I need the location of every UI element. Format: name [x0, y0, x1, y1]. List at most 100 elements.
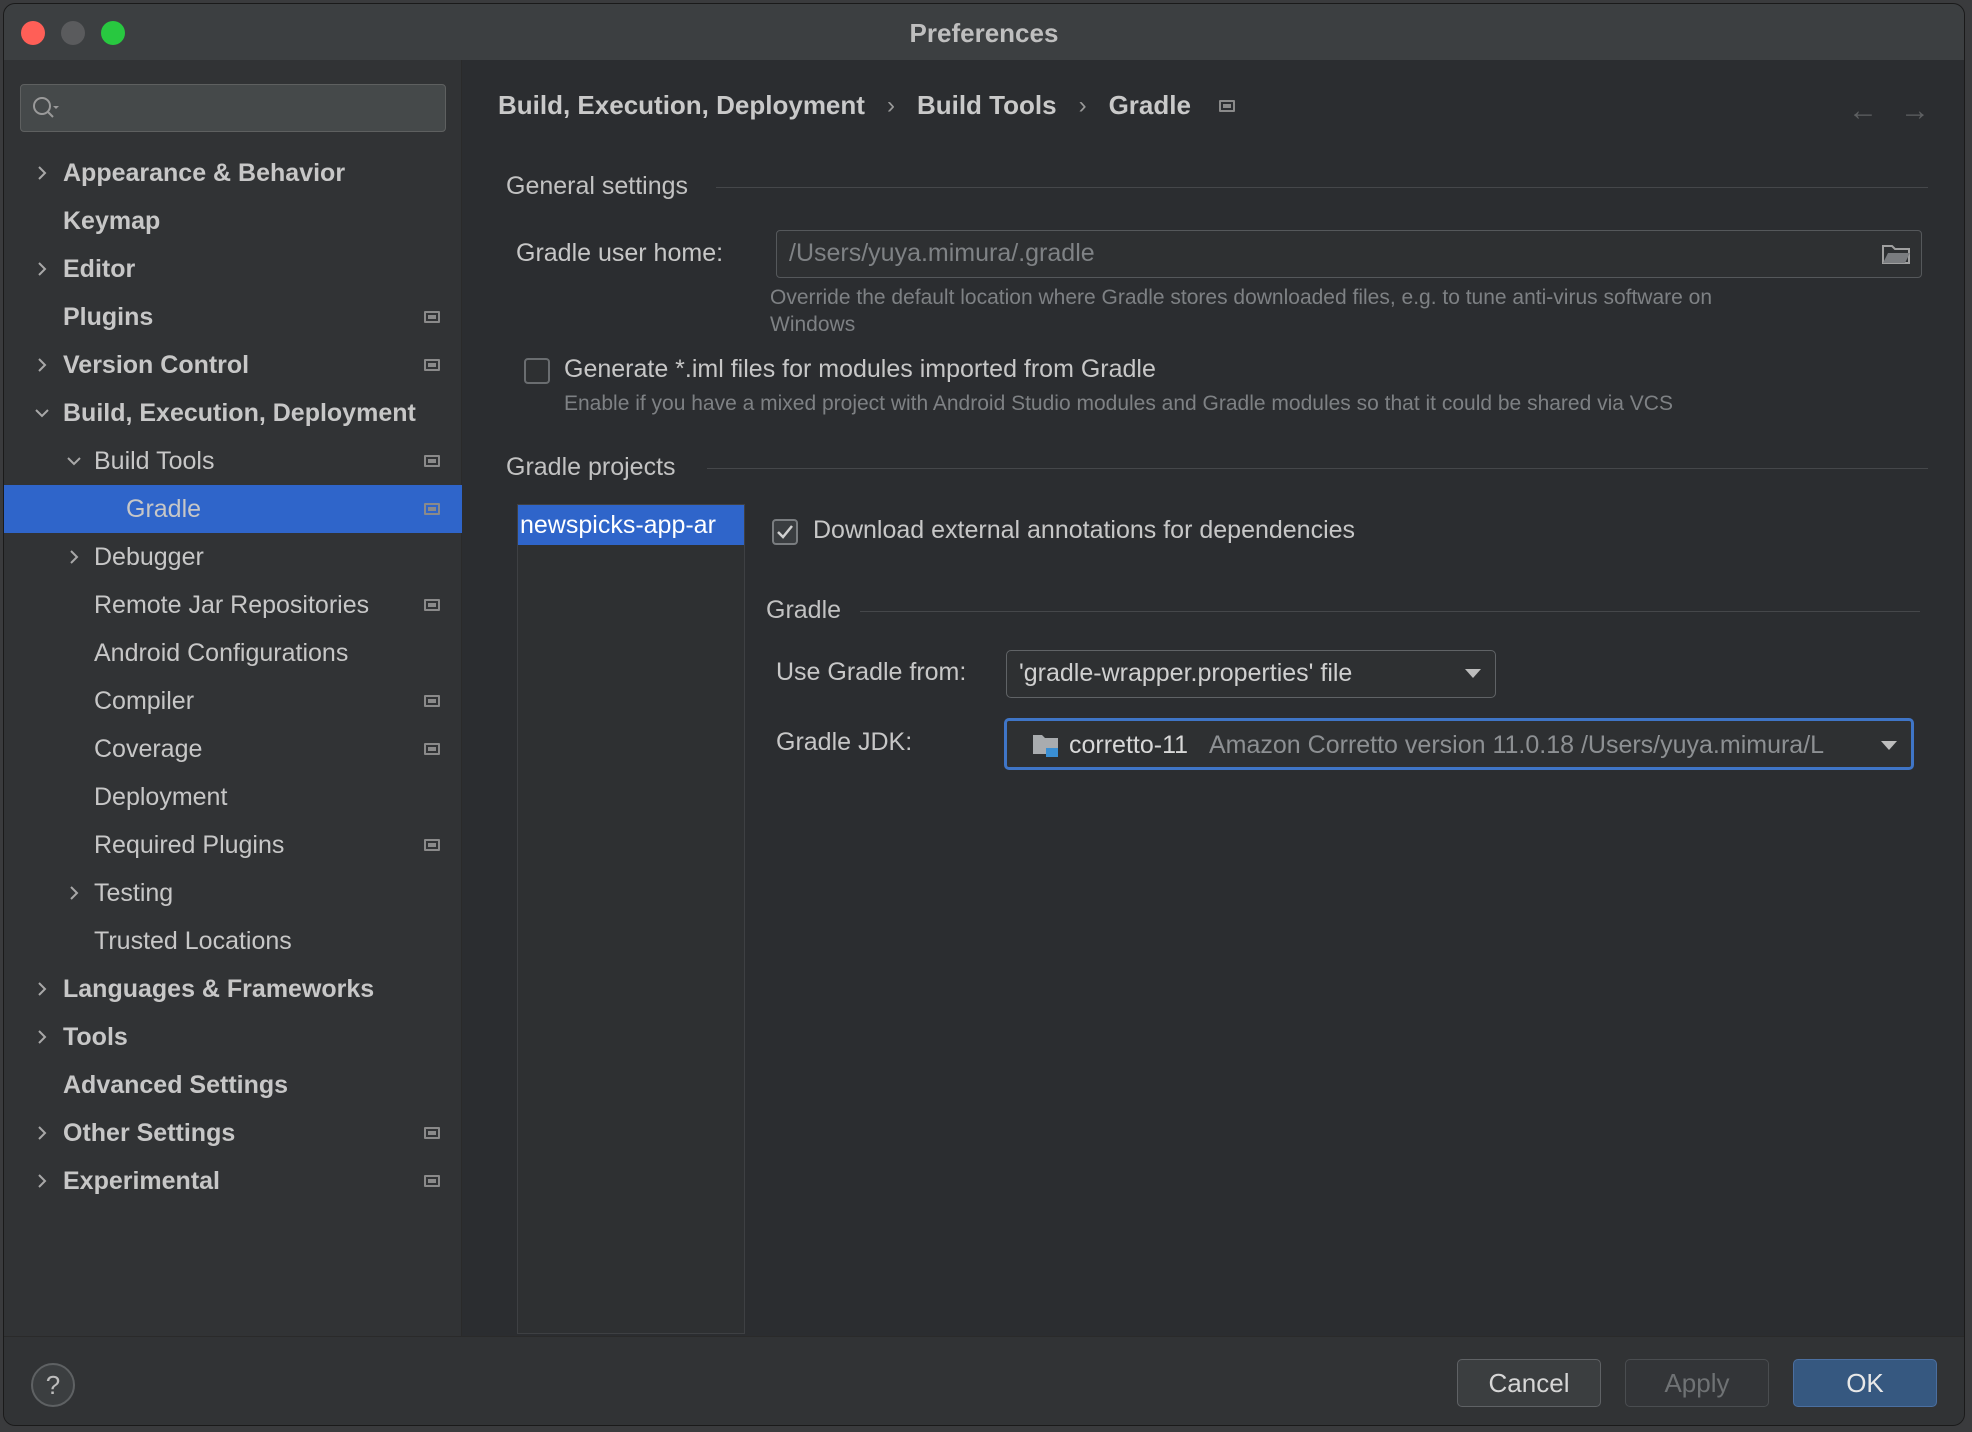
cancel-button[interactable]: Cancel	[1457, 1359, 1601, 1407]
project-level-icon	[424, 455, 440, 467]
sidebar-item-label: Remote Jar Repositories	[94, 591, 370, 619]
sidebar-item-languages-frameworks[interactable]: Languages & Frameworks	[4, 965, 462, 1013]
sidebar-item-label: Testing	[94, 879, 174, 907]
sidebar-item-plugins[interactable]: Plugins	[4, 293, 462, 341]
help-button[interactable]: ?	[31, 1363, 75, 1407]
sidebar-item-label: Build Tools	[94, 447, 215, 475]
project-level-icon	[424, 1127, 440, 1139]
sidebar-item-keymap[interactable]: Keymap	[4, 197, 462, 245]
generate-iml-checkbox[interactable]	[524, 358, 550, 384]
back-arrow-icon[interactable]: ←	[1848, 94, 1878, 128]
search-icon	[33, 97, 59, 118]
breadcrumb-item-build-tools[interactable]: Build Tools	[917, 90, 1057, 121]
sidebar-item-tools[interactable]: Tools	[4, 1013, 462, 1061]
sidebar-item-advanced-settings[interactable]: Advanced Settings	[4, 1061, 462, 1109]
gradle-jdk-name: corretto-11	[1069, 731, 1189, 759]
gradle-projects-title: Gradle projects	[506, 453, 676, 481]
breadcrumb: Build, Execution, Deployment › Build Too…	[498, 90, 1235, 121]
sidebar-item-label: Debugger	[94, 543, 204, 571]
sidebar-item-trusted-locations[interactable]: Trusted Locations	[4, 917, 462, 965]
generate-iml-label: Generate *.iml files for modules importe…	[564, 355, 1156, 383]
chevron-right-icon[interactable]	[32, 259, 52, 279]
sidebar-item-build-execution-deployment[interactable]: Build, Execution, Deployment	[4, 389, 462, 437]
sidebar-item-appearance-behavior[interactable]: Appearance & Behavior	[4, 149, 462, 197]
chevron-right-icon[interactable]	[32, 1027, 52, 1047]
sidebar-item-label: Tools	[63, 1023, 128, 1051]
gradle-jdk-dropdown[interactable]: corretto-11 Amazon Corretto version 11.0…	[1004, 718, 1914, 770]
generate-iml-hint: Enable if you have a mixed project with …	[564, 392, 1673, 415]
chevron-right-icon[interactable]	[64, 547, 84, 567]
chevron-right-icon[interactable]	[32, 1123, 52, 1143]
chevron-right-icon[interactable]	[32, 1171, 52, 1191]
project-level-icon	[424, 695, 440, 707]
sidebar-item-required-plugins[interactable]: Required Plugins	[4, 821, 462, 869]
dropdown-arrow-icon	[1465, 669, 1481, 678]
gradle-user-home-field[interactable]: /Users/yuya.mimura/.gradle	[776, 230, 1922, 278]
sidebar-item-remote-jar-repositories[interactable]: Remote Jar Repositories	[4, 581, 462, 629]
use-gradle-from-label: Use Gradle from:	[776, 658, 967, 686]
download-annotations-checkbox[interactable]	[772, 519, 798, 545]
chevron-right-icon[interactable]	[32, 979, 52, 999]
sidebar-item-label: Experimental	[63, 1167, 221, 1195]
section-divider	[707, 468, 1928, 469]
project-level-icon	[424, 503, 440, 515]
gradle-project-item[interactable]: newspicks-app-ar	[518, 505, 744, 545]
sidebar-item-build-tools[interactable]: Build Tools	[4, 437, 462, 485]
chevron-right-icon[interactable]	[64, 883, 84, 903]
sidebar-item-version-control[interactable]: Version Control	[4, 341, 462, 389]
sidebar-item-coverage[interactable]: Coverage	[4, 725, 462, 773]
search-input[interactable]	[69, 91, 429, 125]
sidebar-item-label: Appearance & Behavior	[63, 159, 346, 187]
settings-content: Build, Execution, Deployment › Build Too…	[463, 60, 1964, 1336]
sidebar-item-label: Other Settings	[63, 1119, 236, 1147]
forward-arrow-icon[interactable]: →	[1900, 94, 1930, 128]
dialog-footer: ? Cancel Apply OK	[4, 1336, 1964, 1425]
sidebar-item-deployment[interactable]: Deployment	[4, 773, 462, 821]
gradle-jdk-detail: Amazon Corretto version 11.0.18 /Users/y…	[1209, 731, 1825, 759]
project-level-icon	[424, 839, 440, 851]
gradle-projects-list: newspicks-app-ar	[517, 504, 745, 1334]
breadcrumb-item-build-execution-deployment[interactable]: Build, Execution, Deployment	[498, 90, 865, 121]
sidebar-item-testing[interactable]: Testing	[4, 869, 462, 917]
preferences-window: Preferences Appearance & Behavior Keymap E…	[3, 3, 1965, 1426]
sidebar-item-label: Gradle	[126, 495, 202, 523]
breadcrumb-item-gradle: Gradle	[1108, 90, 1191, 120]
sidebar-item-label: Version Control	[63, 351, 250, 379]
sidebar-item-experimental[interactable]: Experimental	[4, 1157, 462, 1205]
sidebar-item-label: Coverage	[94, 735, 203, 763]
gradle-jdk-label: Gradle JDK:	[776, 728, 913, 756]
sidebar-item-label: Advanced Settings	[63, 1071, 289, 1099]
sidebar-item-debugger[interactable]: Debugger	[4, 533, 462, 581]
project-level-icon	[424, 311, 440, 323]
project-level-icon	[424, 359, 440, 371]
sidebar-item-editor[interactable]: Editor	[4, 245, 462, 293]
chevron-down-icon[interactable]	[64, 451, 84, 471]
apply-button[interactable]: Apply	[1625, 1359, 1769, 1407]
folder-icon[interactable]	[1881, 243, 1911, 265]
sidebar-item-label: Keymap	[63, 207, 161, 235]
breadcrumb-separator: ›	[886, 91, 895, 119]
section-divider	[860, 611, 1920, 612]
ok-button[interactable]: OK	[1793, 1359, 1937, 1407]
use-gradle-from-dropdown[interactable]: 'gradle-wrapper.properties' file	[1006, 650, 1496, 698]
sidebar-item-label: Deployment	[94, 783, 228, 811]
checkmark-icon	[777, 525, 793, 539]
chevron-right-icon[interactable]	[32, 355, 52, 375]
project-level-icon	[424, 743, 440, 755]
sidebar-item-label: Compiler	[94, 687, 195, 715]
sidebar-item-label: Editor	[63, 255, 136, 283]
section-divider	[716, 187, 1928, 188]
sidebar-item-label: Required Plugins	[94, 831, 285, 859]
settings-search[interactable]	[20, 84, 446, 132]
gradle-user-home-hint-2: Windows	[770, 313, 856, 336]
gradle-section-title: Gradle	[766, 596, 842, 624]
sidebar-item-compiler[interactable]: Compiler	[4, 677, 462, 725]
sidebar-item-gradle[interactable]: Gradle	[4, 485, 462, 533]
sidebar-item-android-configurations[interactable]: Android Configurations	[4, 629, 462, 677]
sidebar-item-other-settings[interactable]: Other Settings	[4, 1109, 462, 1157]
breadcrumb-separator: ›	[1078, 91, 1087, 119]
use-gradle-from-value: 'gradle-wrapper.properties' file	[1019, 659, 1353, 687]
gradle-user-home-label: Gradle user home:	[516, 239, 724, 267]
chevron-down-icon[interactable]	[32, 403, 52, 423]
chevron-right-icon[interactable]	[32, 163, 52, 183]
